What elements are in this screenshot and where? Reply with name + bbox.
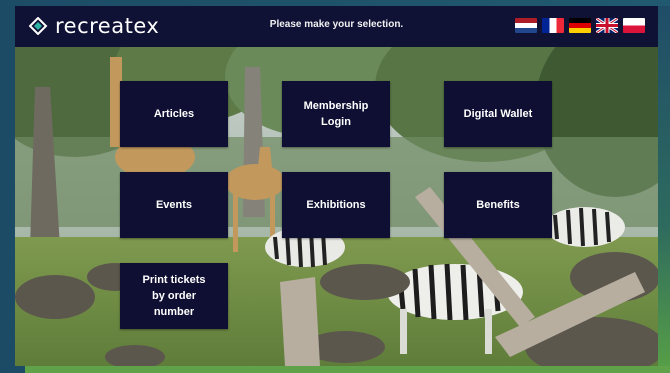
recreatex-logo-icon bbox=[29, 17, 48, 35]
digital-wallet-button[interactable]: Digital Wallet bbox=[444, 81, 552, 147]
exhibitions-label: Exhibitions bbox=[306, 199, 366, 211]
articles-label: Articles bbox=[153, 108, 195, 120]
poland-flag-icon[interactable] bbox=[623, 18, 645, 33]
frame-edge-bottom bbox=[25, 366, 670, 373]
uk-flag-graphic bbox=[596, 18, 618, 33]
kiosk-screen: recreatex Please make your selection. Ar… bbox=[15, 6, 658, 366]
germany-flag-icon[interactable] bbox=[569, 18, 591, 33]
header-bar: recreatex Please make your selection. bbox=[15, 6, 658, 47]
france-flag-icon[interactable] bbox=[542, 18, 564, 33]
brand-name: recreatex bbox=[55, 14, 160, 38]
selection-prompt: Please make your selection. bbox=[269, 19, 404, 30]
exhibitions-button[interactable]: Exhibitions bbox=[282, 172, 390, 238]
benefits-button[interactable]: Benefits bbox=[444, 172, 552, 238]
digital-wallet-label: Digital Wallet bbox=[463, 108, 533, 120]
print-tickets-label: Print tickets by order number bbox=[142, 274, 206, 318]
brand-logo: recreatex bbox=[29, 14, 159, 38]
uk-flag-icon[interactable] bbox=[596, 18, 618, 33]
events-label: Events bbox=[155, 199, 193, 211]
netherlands-flag-icon[interactable] bbox=[515, 18, 537, 33]
events-button[interactable]: Events bbox=[120, 172, 228, 238]
print-tickets-button[interactable]: Print tickets by order number bbox=[120, 263, 228, 329]
membership-login-label: Membership Login bbox=[303, 100, 369, 128]
benefits-label: Benefits bbox=[476, 199, 520, 211]
articles-button[interactable]: Articles bbox=[120, 81, 228, 147]
language-selector bbox=[515, 18, 645, 33]
frame-edge-right bbox=[658, 6, 670, 373]
membership-login-button[interactable]: Membership Login bbox=[282, 81, 390, 147]
